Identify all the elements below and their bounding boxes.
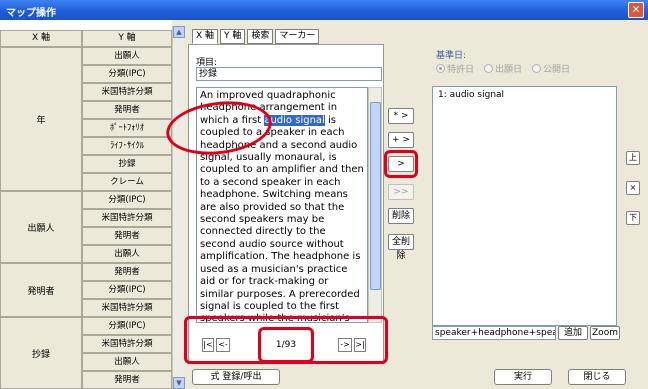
delete-button[interactable]: 削除 — [388, 208, 414, 224]
radio-dot — [532, 64, 541, 73]
y-cell[interactable]: 抄録 — [82, 155, 172, 173]
add-query-button[interactable]: 追加 — [558, 326, 588, 340]
y-cell[interactable]: 分類(IPC) — [82, 191, 172, 209]
expression-save-load-button[interactable]: 式 登録/呼出 — [192, 369, 280, 385]
radio-label: 公開日 — [543, 65, 571, 75]
zoom-button[interactable]: Zoom — [590, 326, 620, 340]
x-group-applicant[interactable]: 出願人 — [0, 191, 82, 263]
y-cell[interactable]: 米国特許分類 — [82, 299, 172, 317]
radio-patent-date[interactable]: 特許日 — [436, 62, 474, 75]
tab-search[interactable]: 検索 — [247, 29, 274, 44]
abstract-scrollbar[interactable] — [368, 87, 382, 323]
y-axis-header: Y 軸 — [82, 30, 172, 47]
y-cell[interactable]: 出願人 — [82, 353, 172, 371]
move-down-button[interactable]: 下 — [626, 211, 640, 225]
y-cell[interactable]: 発明者 — [82, 101, 172, 119]
base-date-label: 基準日: — [436, 51, 467, 61]
selected-keywords-list[interactable]: 1: audio signal — [432, 86, 617, 326]
tab-y-axis[interactable]: Y 軸 — [220, 29, 246, 44]
y-cell[interactable]: 米国特許分類 — [82, 335, 172, 353]
y-cell[interactable]: 米国特許分類 — [82, 83, 172, 101]
move-button[interactable]: > — [388, 156, 414, 172]
x-group-abstract[interactable]: 抄録 — [0, 317, 82, 389]
radio-dot — [436, 64, 445, 73]
radio-label: 特許日 — [447, 65, 475, 75]
run-button[interactable]: 実行 — [494, 369, 552, 385]
y-cell[interactable]: 分類(IPC) — [82, 65, 172, 83]
last-page-button[interactable]: >| — [354, 338, 366, 352]
y-cell[interactable]: クレーム — [82, 173, 172, 191]
y-cell[interactable]: ﾎﾟｰﾄﾌｫﾘｵ — [82, 119, 172, 137]
abstract-text-after: is coupled to a speaker in each headphon… — [200, 114, 364, 323]
add-all-button[interactable]: * > — [388, 108, 414, 124]
window-title: マップ操作 — [6, 8, 56, 19]
title-bar: マップ操作 ✕ — [0, 0, 648, 20]
y-cell[interactable]: 発明者 — [82, 263, 172, 281]
item-field[interactable]: 抄録 — [196, 67, 382, 81]
scroll-up-icon[interactable]: ▲ — [173, 26, 185, 38]
add-button[interactable]: + > — [388, 132, 414, 148]
y-cell[interactable]: 分類(IPC) — [82, 317, 172, 335]
query-input[interactable]: speaker+headphone+speak — [432, 326, 556, 340]
radio-label: 出願日 — [495, 65, 523, 75]
close-window-button[interactable]: ✕ — [628, 2, 644, 18]
dialog-body: X 軸 Y 軸 年 出願人 発明者 抄録 出願人 分類(IPC) 米国特許分類 … — [0, 20, 648, 389]
abstract-text[interactable]: An improved quadraphonic headphone arran… — [196, 87, 368, 323]
page-indicator: 1/93 — [275, 340, 297, 350]
list-item[interactable]: 1: audio signal — [438, 90, 611, 100]
radio-dot — [484, 64, 493, 73]
y-cell[interactable]: 発明者 — [82, 227, 172, 245]
scroll-thumb[interactable] — [370, 102, 381, 290]
x-group-inventor[interactable]: 発明者 — [0, 263, 82, 317]
radio-publication-date[interactable]: 公開日 — [532, 62, 570, 75]
next-page-button[interactable]: -> — [338, 338, 352, 352]
tab-x-axis[interactable]: X 軸 — [192, 29, 219, 44]
x-group-year[interactable]: 年 — [0, 47, 82, 191]
y-cell[interactable]: 分類(IPC) — [82, 281, 172, 299]
y-cell[interactable]: ﾗｲﾌ･ｻｲｸﾙ — [82, 137, 172, 155]
axis-grid: X 軸 Y 軸 年 出願人 発明者 抄録 出願人 分類(IPC) 米国特許分類 … — [0, 20, 172, 389]
radio-filing-date[interactable]: 出願日 — [484, 62, 522, 75]
tab-marker[interactable]: マーカー — [275, 29, 320, 44]
close-button[interactable]: 閉じる — [568, 369, 626, 385]
y-cell[interactable]: 発明者 — [82, 371, 172, 389]
scroll-down-icon[interactable]: ▼ — [173, 377, 185, 389]
move-up-button[interactable]: 上 — [626, 151, 640, 165]
x-axis-header: X 軸 — [0, 30, 82, 47]
move-all-button[interactable]: >> — [388, 184, 414, 200]
prev-page-button[interactable]: <- — [216, 338, 230, 352]
y-cell[interactable]: 米国特許分類 — [82, 209, 172, 227]
grid-scrollbar[interactable]: ▲ ▼ — [172, 26, 185, 389]
first-page-button[interactable]: |< — [202, 338, 214, 352]
delete-all-button[interactable]: 全削除 — [388, 234, 414, 261]
tab-bar: X 軸 Y 軸 検索 マーカー — [192, 29, 320, 44]
y-cell[interactable]: 出願人 — [82, 245, 172, 263]
y-cell[interactable]: 出願人 — [82, 47, 172, 65]
remove-item-button[interactable]: × — [626, 181, 640, 195]
selected-keyword: audio signal — [264, 114, 325, 126]
